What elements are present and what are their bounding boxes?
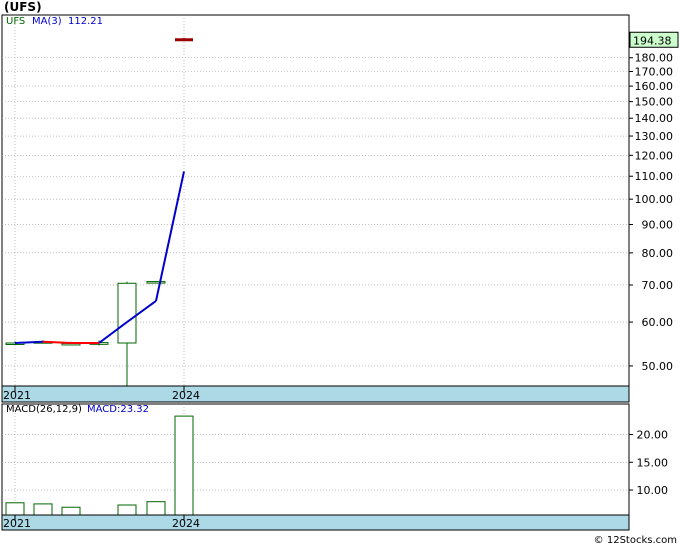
- macd-tick-label: 20.00: [637, 429, 669, 442]
- macd-bar: [61, 506, 81, 516]
- macd-bar: [5, 502, 25, 516]
- price-date-band: [1, 385, 630, 403]
- macd-x-tick-label: 2024: [172, 517, 200, 530]
- price-tick-label: 120.00: [635, 149, 674, 162]
- macd-bar: [117, 504, 137, 516]
- macd-y-axis: 10.00 15.00 20.00: [629, 429, 669, 497]
- price-tick-label: 60.00: [642, 316, 674, 329]
- price-panel: 50.00 60.00 70.00 80.00 90.00 100.00 110.00 120…: [1, 14, 679, 403]
- legend-ma-label: MA(3): [32, 16, 62, 27]
- ma-segment: [42, 340, 72, 345]
- candle-body: [175, 38, 193, 42]
- macd-tick-label: 15.00: [637, 456, 669, 469]
- price-tick-label: 180.00: [635, 52, 674, 65]
- price-x-tick-label: 2021: [3, 389, 31, 402]
- price-tick-label: 110.00: [635, 170, 674, 183]
- legend-ma-value: 112.21: [68, 16, 103, 27]
- footer-credit: © 12Stocks.com: [594, 535, 677, 546]
- ma-segment: [14, 340, 44, 345]
- legend-ticker: UFS: [6, 16, 25, 27]
- price-tick-label: 100.00: [635, 193, 674, 206]
- macd-legend-label: MACD(26,12,9): [6, 404, 82, 415]
- macd-tick-label: 10.00: [637, 484, 669, 497]
- last-price-label: 194.38: [633, 34, 672, 47]
- candle-body: [146, 281, 166, 284]
- price-x-tick-label: 2024: [172, 389, 200, 402]
- price-tick-label: 150.00: [635, 96, 674, 109]
- price-tick-label: 160.00: [635, 80, 674, 93]
- macd-panel: 10.00 15.00 20.00 2021 2024 MACD(26,12,9) M…: [1, 403, 669, 531]
- macd-x-tick-label: 2021: [3, 517, 31, 530]
- macd-bar: [174, 415, 194, 516]
- price-tick-label: 50.00: [642, 360, 674, 373]
- macd-bar: [33, 503, 53, 516]
- price-tick-label: 80.00: [642, 247, 674, 260]
- chart-title: (UFS): [4, 0, 42, 14]
- macd-legend-value: MACD:23.32: [87, 404, 149, 415]
- macd-bar: [146, 501, 166, 516]
- price-tick-label: 70.00: [642, 279, 674, 292]
- price-tick-label: 170.00: [635, 66, 674, 79]
- price-tick-label: 90.00: [642, 219, 674, 232]
- price-tick-label: 140.00: [635, 112, 674, 125]
- stock-chart: (UFS) 50.00 60.00 70.00 80.00 90.00 100.00 110…: [1, 0, 679, 546]
- price-tick-label: 130.00: [635, 130, 674, 143]
- candle-body: [117, 282, 137, 344]
- macd-date-band: [1, 514, 630, 531]
- price-y-axis: 50.00 60.00 70.00 80.00 90.00 100.00 110.00 120…: [629, 52, 673, 373]
